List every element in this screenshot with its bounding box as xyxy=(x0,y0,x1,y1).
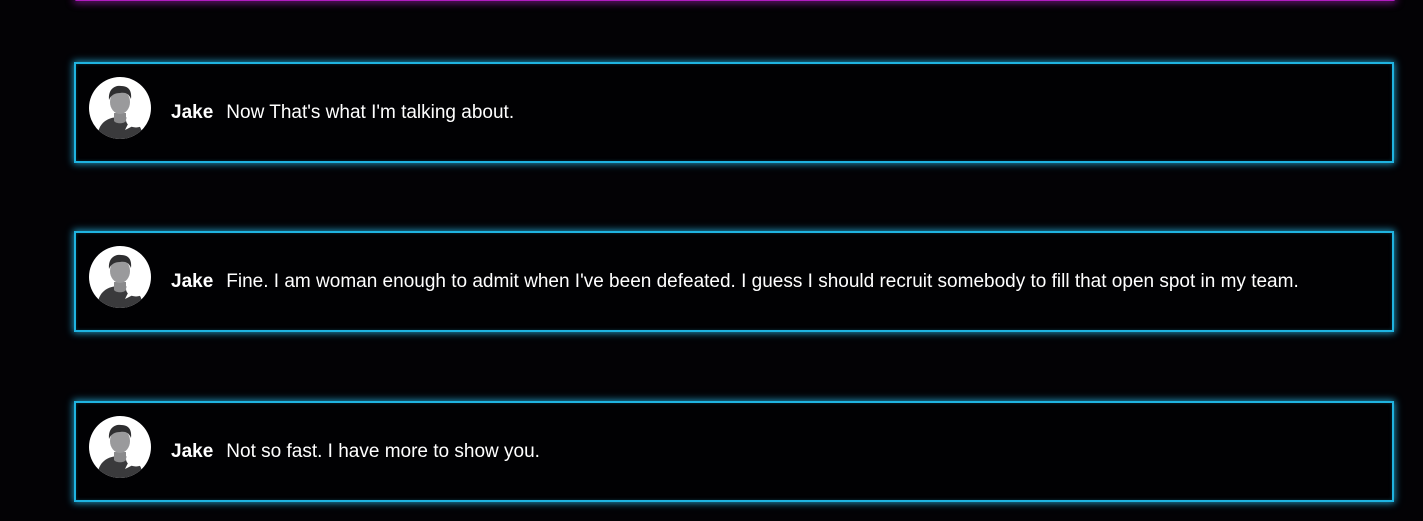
message-text: Now That's what I'm talking about. xyxy=(226,101,515,123)
speech-bubble-icon xyxy=(123,111,147,131)
chat-message: Jake Not so fast. I have more to show yo… xyxy=(74,401,1394,502)
chat-message: Jake Now That's what I'm talking about. xyxy=(74,62,1394,163)
message-line: Jake Now That's what I'm talking about. xyxy=(171,64,514,161)
chat-log: Jake Now That's what I'm talking about. xyxy=(0,0,1423,521)
chat-message: Jake Fine. I am woman enough to admit wh… xyxy=(74,231,1394,332)
message-line: Jake Not so fast. I have more to show yo… xyxy=(171,403,540,500)
message-line: Jake Fine. I am woman enough to admit wh… xyxy=(171,233,1299,330)
speaker-name: Jake xyxy=(171,440,214,462)
speech-bubble-icon xyxy=(123,280,147,300)
message-text: Fine. I am woman enough to admit when I'… xyxy=(226,270,1299,292)
previous-box-border xyxy=(75,0,1395,1)
speaker-name: Jake xyxy=(171,270,214,292)
speaker-name: Jake xyxy=(171,101,214,123)
message-text: Not so fast. I have more to show you. xyxy=(226,440,540,462)
speech-bubble-icon xyxy=(123,450,147,470)
